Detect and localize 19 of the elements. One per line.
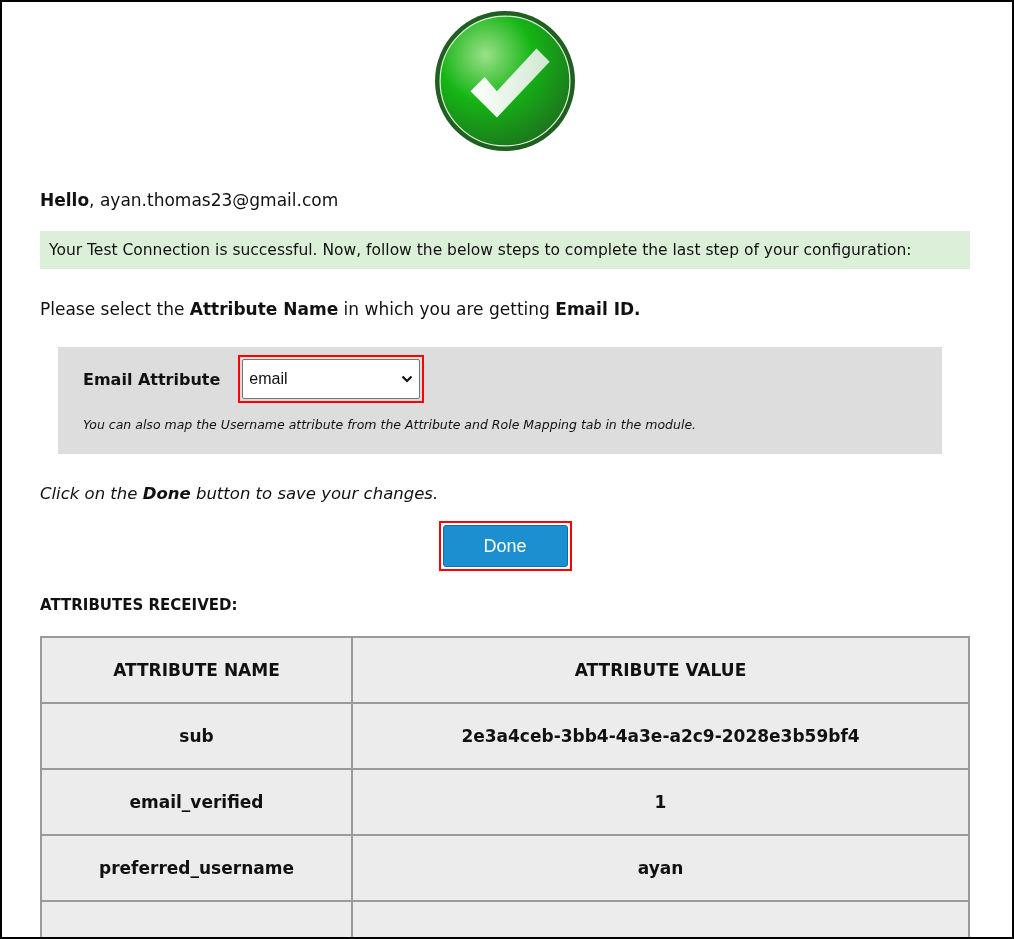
save-hint-text: Click on the Done button to save your changes. <box>40 484 440 503</box>
check-icon <box>434 10 576 152</box>
greeting-text: Hello, ayan.thomas23@gmail.com <box>40 190 340 210</box>
table-cell: ayan <box>352 835 969 901</box>
field-label: Email Attribute <box>83 369 221 389</box>
column-header: ATTRIBUTE NAME <box>41 637 352 703</box>
table-cell: sub <box>41 703 352 769</box>
table-cell: 1 <box>352 769 969 835</box>
table-cell: preferred_username <box>41 835 352 901</box>
done-button[interactable]: Done <box>442 525 568 567</box>
table-cell: 2e3a4ceb-3bb4-4a3e-a2c9-2028e3b59bf4 <box>352 703 969 769</box>
chevron-down-icon <box>401 375 414 383</box>
hint-text: You can also map the Username attribute from the Attribute and Role Mapping tab in the module. <box>83 417 698 432</box>
instruction-text: Please select the Attribute Name in which you are getting Email ID. <box>40 299 642 319</box>
success-banner: Your Test Connection is successful. Now, follow the below steps to complete the last step of your configuration: <box>40 231 970 269</box>
table-cell: email_verified <box>41 769 352 835</box>
column-header: ATTRIBUTE VALUE <box>352 637 969 703</box>
section-heading: ATTRIBUTES RECEIVED: <box>40 596 239 614</box>
attribute-dropdown[interactable]: email <box>242 359 421 399</box>
